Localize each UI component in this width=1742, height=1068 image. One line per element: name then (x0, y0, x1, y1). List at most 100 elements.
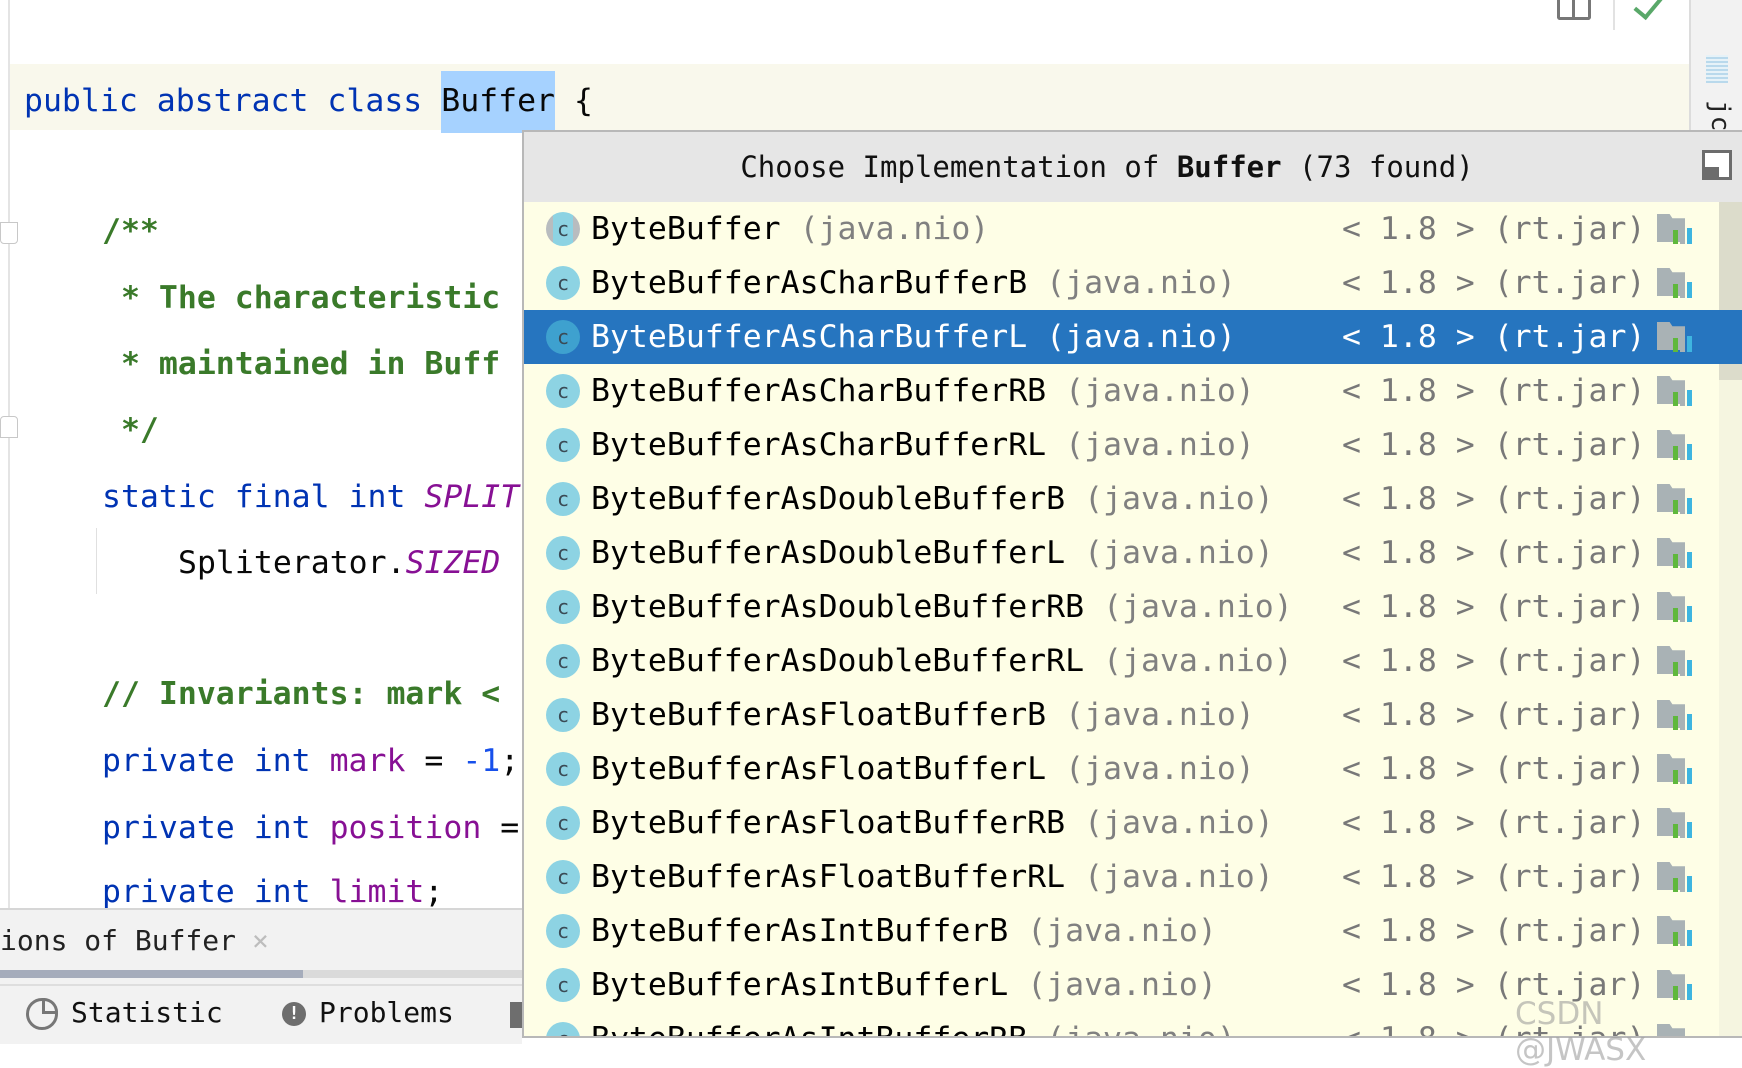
fold-marker-icon[interactable] (0, 222, 18, 244)
class-name: ByteBufferAsIntBufferL (java.nio) (591, 967, 1217, 1003)
class-name: ByteBufferAsFloatBufferB (java.nio) (591, 697, 1255, 733)
code-line-spliterator[interactable]: Spliterator.SIZED (178, 543, 500, 583)
field: position (329, 810, 482, 846)
class-icon: c (546, 1022, 580, 1036)
list-item[interactable]: c ByteBufferAsFloatBufferRB (java.nio) < 1… (524, 796, 1742, 850)
class-icon: c (546, 698, 580, 732)
package-name: (java.nio) (1027, 967, 1217, 1003)
list-item[interactable]: c ByteBufferAsIntBufferB (java.nio) < 1.8 … (524, 904, 1742, 958)
code-doc-line[interactable]: * maintained in Buff (102, 344, 500, 384)
close-icon[interactable]: × (252, 924, 269, 957)
list-item[interactable]: c ByteBufferAsCharBufferRL (java.nio) < 1.… (524, 418, 1742, 472)
package-name: (java.nio) (799, 211, 990, 247)
list-item[interactable]: c ByteBufferAsFloatBufferB (java.nio) < 1.… (524, 688, 1742, 742)
library-jar-icon (1657, 322, 1693, 352)
class-name-selected: Buffer (441, 71, 556, 133)
keyword: private int (102, 874, 330, 910)
binary-icon[interactable] (1706, 55, 1728, 83)
choose-implementation-popup: Choose Implementation of Buffer (73 foun… (522, 130, 1742, 1038)
tool-window-label[interactable]: jc (1705, 100, 1735, 131)
list-item[interactable]: c ByteBufferAsDoubleBufferRL (java.nio) < … (524, 634, 1742, 688)
code-line-comment[interactable]: // Invariants: mark < (102, 674, 500, 714)
class-icon: c (546, 590, 580, 624)
class-icon: c (546, 806, 580, 840)
library-jar-icon (1657, 268, 1693, 298)
watermark: CSDN @JWASX (1515, 996, 1647, 1068)
fold-marker-icon[interactable] (0, 416, 18, 438)
code-doc-close[interactable]: */ (102, 410, 159, 450)
library-version: < 1.8 > (rt.jar) (1342, 643, 1646, 679)
library-jar-icon (1657, 592, 1693, 622)
code-line-class-decl[interactable]: public abstract class Buffer { (24, 71, 593, 133)
package-name: (java.nio) (1084, 859, 1274, 895)
class-name: ByteBufferAsCharBufferRL (java.nio) (591, 427, 1255, 463)
problems-tab[interactable]: Problems (319, 996, 454, 1029)
list-item[interactable]: c ByteBufferAsDoubleBufferB (java.nio) < 1… (524, 472, 1742, 526)
list-item[interactable]: c ByteBufferAsDoubleBufferRB (java.nio) < … (524, 580, 1742, 634)
library-jar-icon (1657, 538, 1693, 568)
library-jar-icon (1657, 430, 1693, 460)
class-name: ByteBufferAsDoubleBufferB (java.nio) (591, 481, 1274, 517)
library-jar-icon (1657, 808, 1693, 838)
library-jar-icon (1657, 754, 1693, 784)
package-name: (java.nio) (1065, 751, 1255, 787)
list-item[interactable]: c ByteBufferAsFloatBufferRL (java.nio) < 1… (524, 850, 1742, 904)
statistic-icon (26, 998, 58, 1030)
library-jar-icon (1657, 484, 1693, 514)
class-ref: Spliterator. (178, 545, 406, 581)
scrollbar-thumb[interactable] (0, 970, 303, 978)
right-tool-stripe: jc (1689, 0, 1742, 131)
list-item[interactable]: c ByteBuffer (java.nio) < 1.8 > (rt.jar) (524, 202, 1742, 256)
gutter (8, 0, 10, 908)
code-doc-open[interactable]: /** (102, 211, 159, 251)
statistic-tab[interactable]: Statistic (71, 996, 223, 1029)
library-version: < 1.8 > (rt.jar) (1342, 319, 1646, 355)
list-item[interactable]: c ByteBufferAsCharBufferRB (java.nio) < 1.… (524, 364, 1742, 418)
class-icon: c (546, 266, 580, 300)
class-name: ByteBufferAsIntBufferB (java.nio) (591, 913, 1217, 949)
package-name: (java.nio) (1084, 535, 1274, 571)
library-jar-icon (1657, 646, 1693, 676)
package-name: (java.nio) (1046, 1021, 1236, 1036)
list-item[interactable]: c ByteBufferAsCharBufferL (java.nio) < 1.8… (524, 310, 1742, 364)
class-icon: c (546, 320, 580, 354)
list-item[interactable]: c ByteBufferAsDoubleBufferL (java.nio) < 1… (524, 526, 1742, 580)
package-name: (java.nio) (1065, 427, 1255, 463)
class-name: ByteBufferAsDoubleBufferRL (java.nio) (591, 643, 1293, 679)
code-line-static[interactable]: static final int SPLIT (102, 477, 519, 517)
keyword: private int (102, 810, 330, 846)
keyword: static final int (102, 479, 425, 515)
title-count: (73 found) (1281, 150, 1474, 184)
operator: = (405, 743, 463, 779)
library-version: < 1.8 > (rt.jar) (1342, 751, 1646, 787)
list-item[interactable]: c ByteBufferAsFloatBufferL (java.nio) < 1.… (524, 742, 1742, 796)
package-name: (java.nio) (1103, 643, 1293, 679)
package-name: (java.nio) (1046, 265, 1236, 301)
editor-top-bar (9, 0, 1689, 64)
code-line-limit[interactable]: private int limit; (102, 872, 443, 912)
library-version: < 1.8 > (rt.jar) (1342, 535, 1646, 571)
reader-mode-icon[interactable] (1557, 0, 1591, 20)
class-icon: c (546, 482, 580, 516)
package-name: (java.nio) (1046, 319, 1236, 355)
library-jar-icon (1657, 214, 1693, 244)
class-icon: c (546, 374, 580, 408)
keyword: public abstract class (24, 83, 442, 119)
package-name: (java.nio) (1065, 373, 1255, 409)
list-item[interactable]: c ByteBufferAsCharBufferB (java.nio) < 1.8… (524, 256, 1742, 310)
code-line-position[interactable]: private int position = (102, 808, 519, 848)
code-line-mark[interactable]: private int mark = -1; (102, 741, 519, 781)
results-tab[interactable]: ions of Buffer (0, 924, 236, 957)
code-doc-line[interactable]: * The characteristic (102, 278, 500, 318)
class-name: ByteBuffer (java.nio) (591, 211, 990, 247)
class-name: ByteBufferAsIntBufferRB (java.nio) (591, 1012, 1236, 1036)
class-icon: c (546, 212, 580, 246)
class-name: ByteBufferAsFloatBufferL (java.nio) (591, 751, 1255, 787)
library-version: < 1.8 > (rt.jar) (1342, 589, 1646, 625)
class-icon: c (546, 752, 580, 786)
title-prefix: Choose Implementation of (740, 150, 1177, 184)
find-results-panel: ions of Buffer × Statistic ! Problems (0, 908, 524, 1044)
open-in-find-window-icon[interactable] (1702, 150, 1732, 180)
class-icon: c (546, 968, 580, 1002)
class-icon: c (546, 860, 580, 894)
